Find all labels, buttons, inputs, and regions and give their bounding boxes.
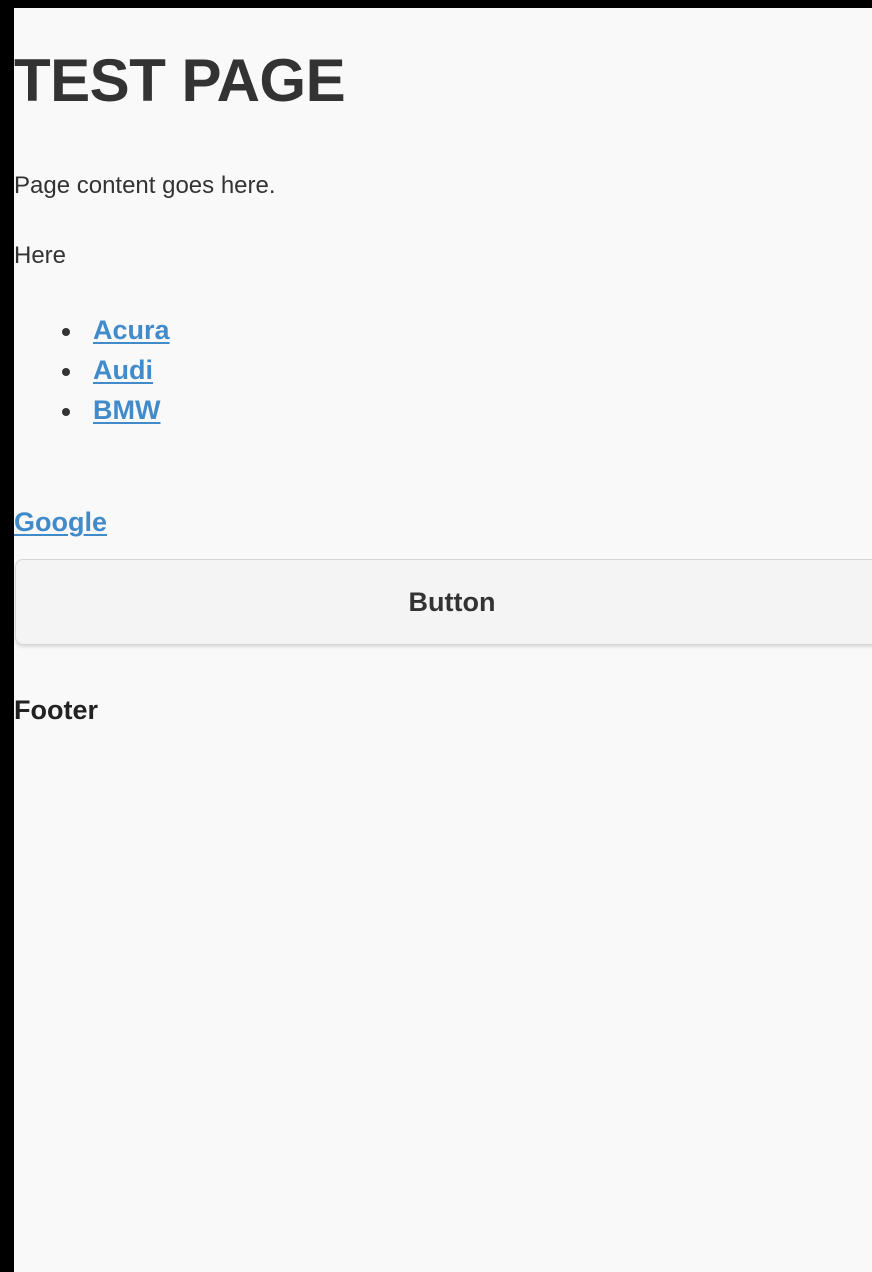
here-paragraph: Here (14, 242, 67, 269)
page-content: TEST PAGE Page content goes here. Here A… (14, 8, 872, 1272)
content-paragraph: Page content goes here. (14, 172, 276, 199)
google-link[interactable]: Google (14, 503, 107, 541)
window-frame-top (0, 0, 872, 8)
bullet-icon (62, 408, 70, 416)
acura-link[interactable]: Acura (93, 311, 170, 349)
button-label: Button (408, 587, 496, 617)
bullet-icon (62, 368, 70, 376)
bmw-link[interactable]: BMW (93, 391, 160, 429)
bullet-icon (62, 328, 70, 336)
page-title: TEST PAGE (14, 47, 346, 114)
window-frame-left (0, 0, 14, 1272)
footer: Footer (14, 695, 98, 725)
main-button[interactable]: Button (15, 559, 872, 645)
audi-link[interactable]: Audi (93, 351, 153, 389)
